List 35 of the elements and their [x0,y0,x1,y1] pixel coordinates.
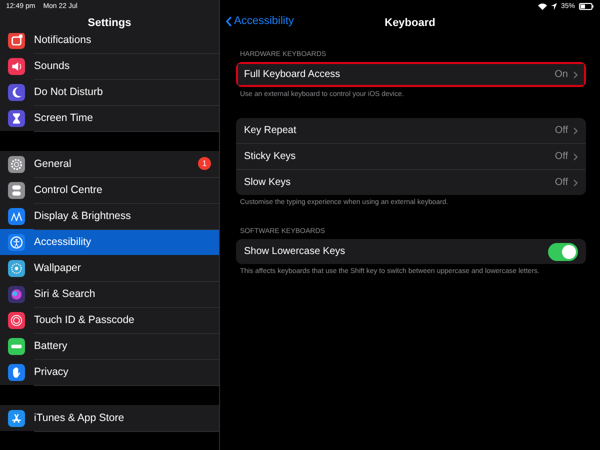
sidebar-item[interactable]: General 1 [0,151,219,177]
settings-row[interactable]: Sticky Keys Off [236,144,586,170]
chevron-right-icon [573,152,578,160]
sidebar-item[interactable]: Privacy [0,359,219,385]
sidebar-item[interactable]: Touch ID & Passcode [0,307,219,333]
toggle-switch[interactable] [548,242,578,260]
notification-badge: 1 [198,157,211,170]
row-value: On [554,69,568,80]
sidebar-item[interactable]: Siri & Search [0,281,219,307]
chevron-right-icon [573,178,578,186]
battery-icon [579,2,594,10]
sidebar-item[interactable]: Battery [0,333,219,359]
sidebar-item[interactable]: Accessibility [0,229,219,255]
sidebar-item[interactable]: iTunes & App Store [0,405,219,431]
sidebar-item[interactable]: Control Centre [0,177,219,203]
chevron-right-icon [573,126,578,134]
row-value: Off [554,151,568,162]
sidebar-item[interactable]: Screen Time [0,105,219,131]
location-icon [550,2,557,10]
chevron-right-icon [573,70,578,78]
wifi-icon [538,2,547,10]
settings-row[interactable]: Key Repeat Off [236,118,586,144]
settings-row[interactable]: Full Keyboard Access On [236,62,586,87]
page-title: Keyboard [384,16,436,28]
sidebar-item[interactable]: Wallpaper [0,255,219,281]
chevron-left-icon [226,16,232,26]
row-value: Off [554,125,568,136]
settings-row[interactable]: Slow Keys Off [236,170,586,195]
sidebar-title: Settings [88,16,132,28]
sidebar-item[interactable]: Sounds [0,53,219,79]
back-button[interactable]: Accessibility [226,15,294,27]
settings-row[interactable]: Show Lowercase Keys [236,239,586,264]
sidebar-item[interactable]: Do Not Disturb [0,79,219,105]
row-value: Off [554,177,568,188]
sidebar-item[interactable]: Notifications [0,33,219,53]
